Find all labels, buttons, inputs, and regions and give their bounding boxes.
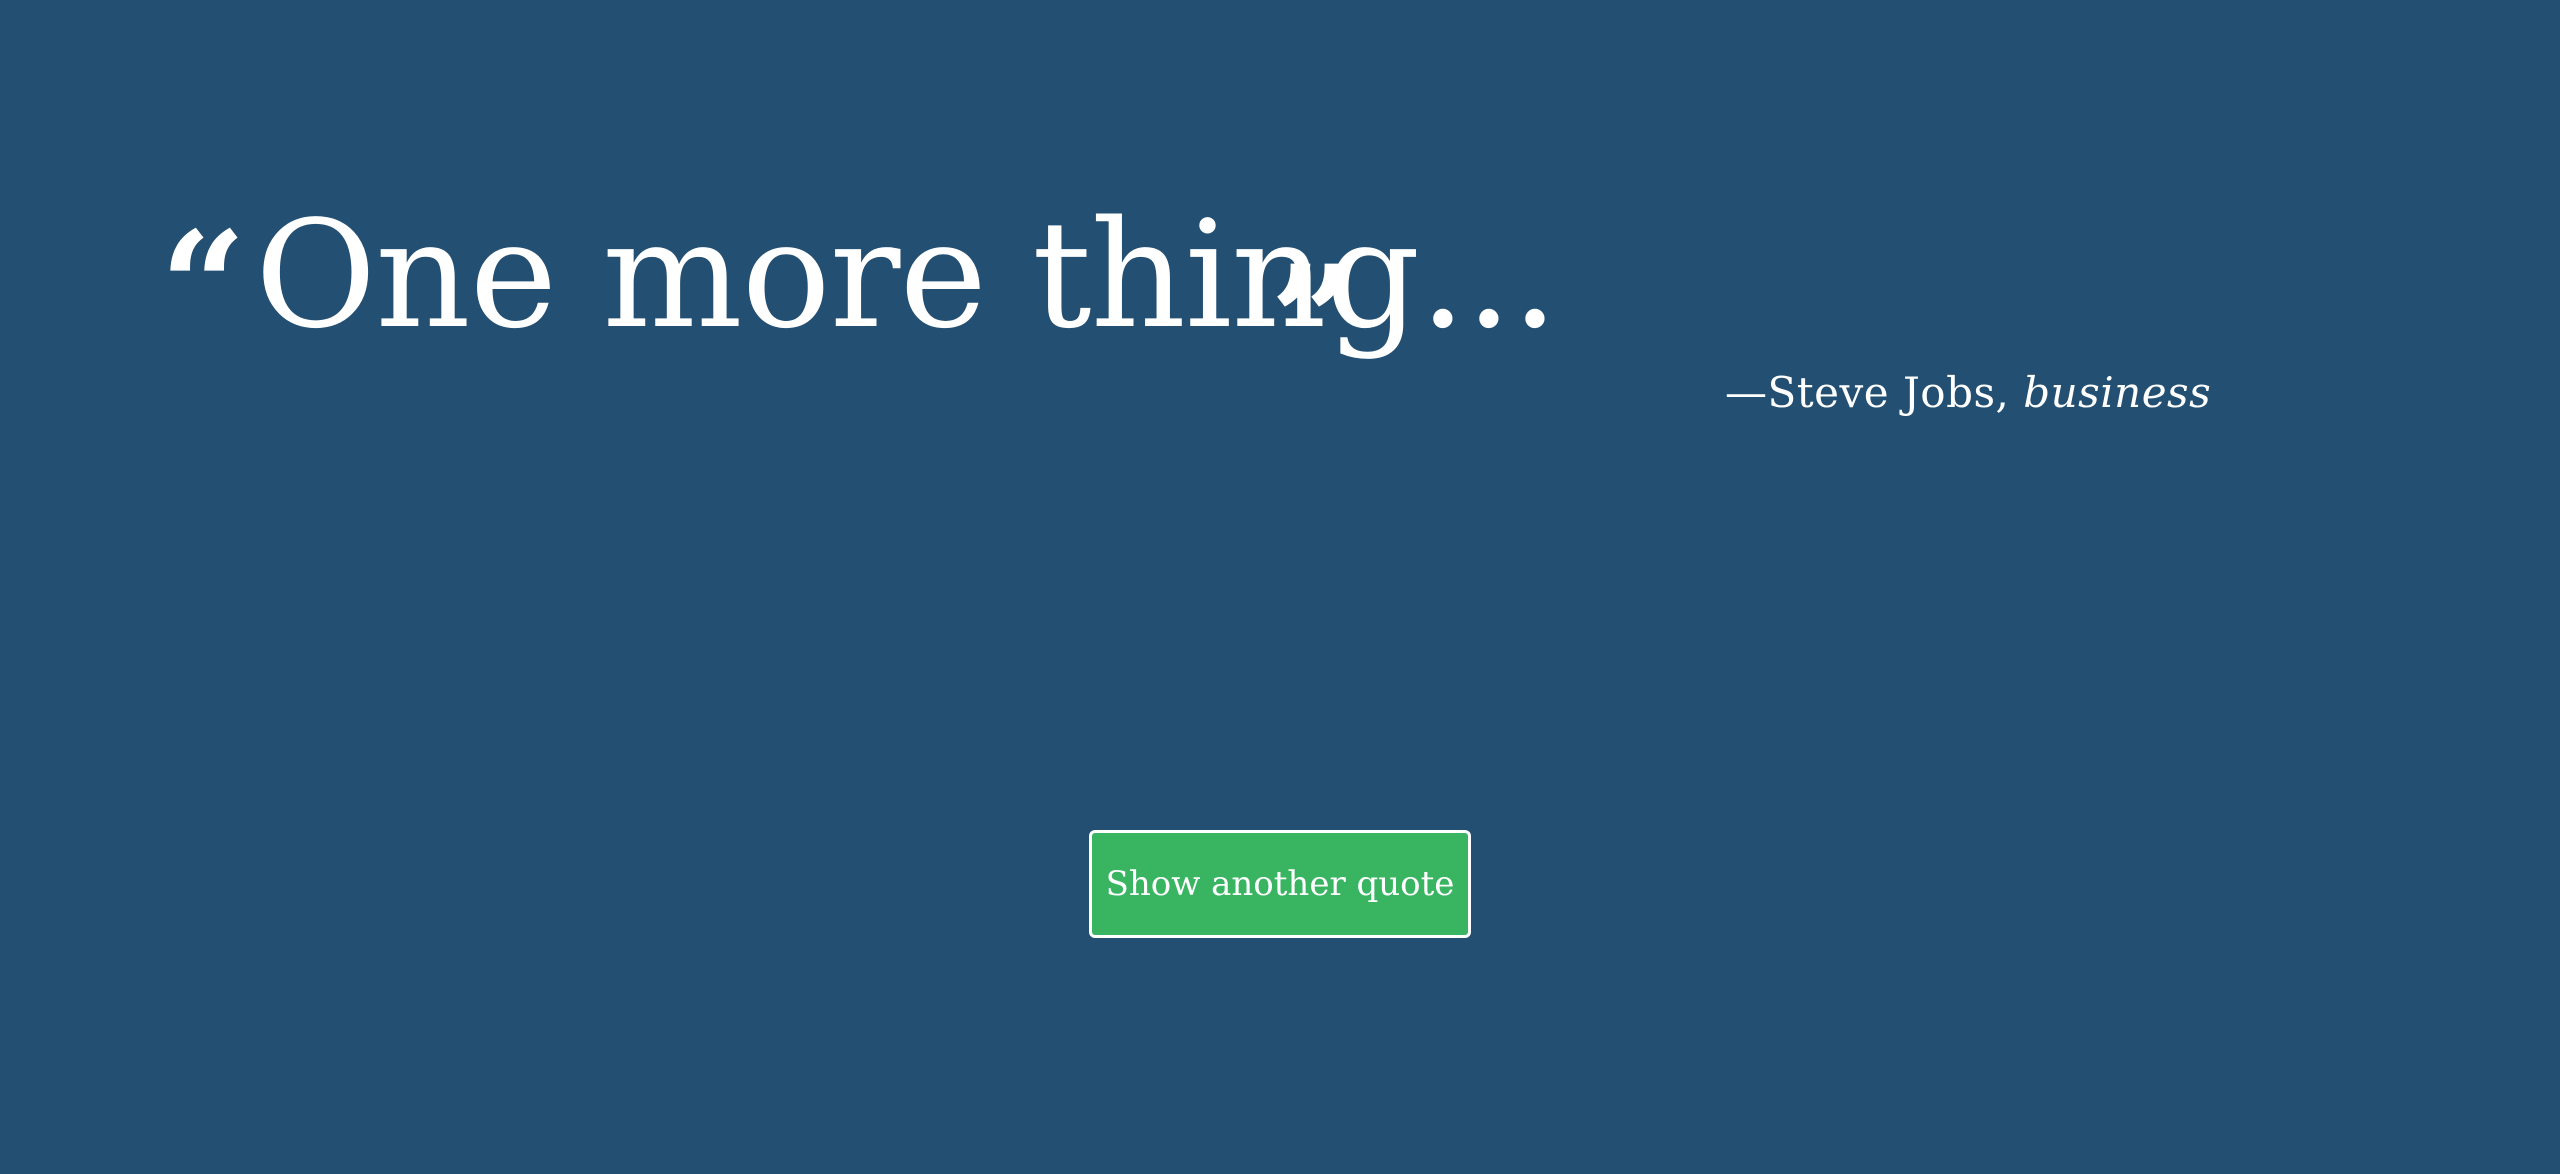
quote-text: One more thing... [255, 189, 1558, 361]
quote-author: —Steve Jobs, [1725, 368, 2010, 417]
show-another-quote-button[interactable]: Show another quote [1089, 830, 1471, 938]
open-quote-icon: “ [160, 199, 247, 375]
close-quote-icon: ” [1270, 233, 1357, 409]
quote-attribution: —Steve Jobs, business [1725, 368, 2211, 418]
quote-category: business [2023, 368, 2212, 417]
